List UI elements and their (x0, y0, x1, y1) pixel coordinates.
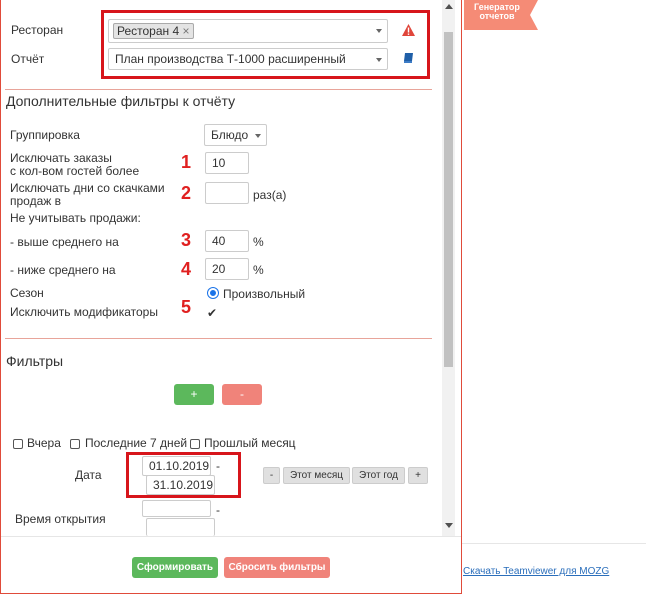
highlight-box-top (101, 10, 430, 79)
season-label: Сезон (10, 286, 44, 300)
exclude-days-label-line2: продаж в (10, 194, 61, 208)
grouping-select[interactable]: Блюдо (204, 124, 267, 146)
below-avg-label: - ниже среднего на (10, 263, 116, 277)
yesterday-checkbox[interactable] (13, 439, 23, 449)
sales-spike-input[interactable] (205, 182, 249, 204)
badge-line2: отчетов (479, 11, 515, 21)
last7-checkbox[interactable] (70, 439, 80, 449)
last-month-checkbox[interactable] (190, 439, 200, 449)
last7-label: Последние 7 дней (85, 436, 188, 450)
filters-title: Фильтры (6, 353, 64, 369)
last-month-label: Прошлый месяц (204, 436, 296, 450)
restaurant-label: Ресторан (11, 23, 64, 37)
exclude-mods-checkbox[interactable]: ✔ (207, 307, 219, 319)
ignore-sales-label: Не учитывать продажи: (10, 211, 141, 225)
extra-filters-title: Дополнительные фильтры к отчёту (6, 93, 236, 109)
chevron-down-icon (255, 134, 261, 138)
above-avg-input[interactable]: 40 (205, 230, 249, 252)
exclude-mods-label: Исключить модификаторы (10, 305, 158, 319)
report-generator-badge[interactable]: Генератор отчетов (464, 0, 538, 30)
scroll-down-icon[interactable] (445, 523, 453, 528)
divider (5, 338, 432, 339)
scroll-up-icon[interactable] (445, 4, 453, 9)
report-panel: Ресторан Ресторан 4 × Отчёт План произво… (0, 0, 462, 594)
season-radio[interactable] (208, 288, 218, 298)
marker-2: 2 (181, 183, 192, 203)
marker-1: 1 (181, 152, 192, 172)
scrollbar[interactable] (442, 0, 455, 536)
reset-filters-button[interactable]: Сбросить фильтры (224, 557, 330, 578)
date-label: Дата (75, 468, 102, 482)
grouping-value: Блюдо (211, 128, 249, 142)
percent-sign: % (253, 235, 264, 249)
divider (5, 89, 432, 90)
exclude-orders-label-line2: с кол-вом гостей более (10, 164, 140, 178)
marker-5: 5 (181, 297, 192, 317)
next-period-button[interactable]: + (408, 467, 428, 484)
this-year-button[interactable]: Этот год (352, 467, 405, 484)
season-option-label: Произвольный (223, 287, 306, 301)
this-month-button[interactable]: Этот месяц (283, 467, 350, 484)
yesterday-label: Вчера (27, 436, 61, 450)
time-dash: - (216, 503, 220, 517)
grouping-label: Группировка (10, 128, 80, 142)
open-time-label: Время открытия (15, 512, 106, 526)
below-avg-input[interactable]: 20 (205, 258, 249, 280)
add-filter-button[interactable]: + (174, 384, 214, 405)
max-guests-input[interactable]: 10 (205, 152, 249, 174)
percent-sign: % (253, 263, 264, 277)
footer-divider (1, 536, 461, 537)
times-unit: раз(а) (253, 188, 287, 202)
above-avg-label: - выше среднего на (10, 235, 119, 249)
scroll-thumb[interactable] (444, 32, 453, 367)
highlight-box-date (126, 452, 241, 498)
generate-button[interactable]: Сформировать (132, 557, 218, 578)
open-time-from-input[interactable] (142, 500, 211, 517)
teamviewer-link[interactable]: Скачать Teamviewer для MOZG (463, 566, 609, 577)
open-time-to-input[interactable] (146, 518, 215, 536)
exclude-days-label: Исключать дни со скачками продаж в (10, 182, 165, 208)
prev-period-button[interactable]: - (263, 467, 280, 484)
remove-filter-button[interactable]: - (222, 384, 262, 405)
marker-4: 4 (181, 259, 192, 279)
report-label: Отчёт (11, 52, 45, 66)
exclude-orders-label: Исключать заказы с кол-вом гостей более (10, 152, 139, 178)
marker-3: 3 (181, 230, 192, 250)
right-divider (462, 543, 646, 544)
